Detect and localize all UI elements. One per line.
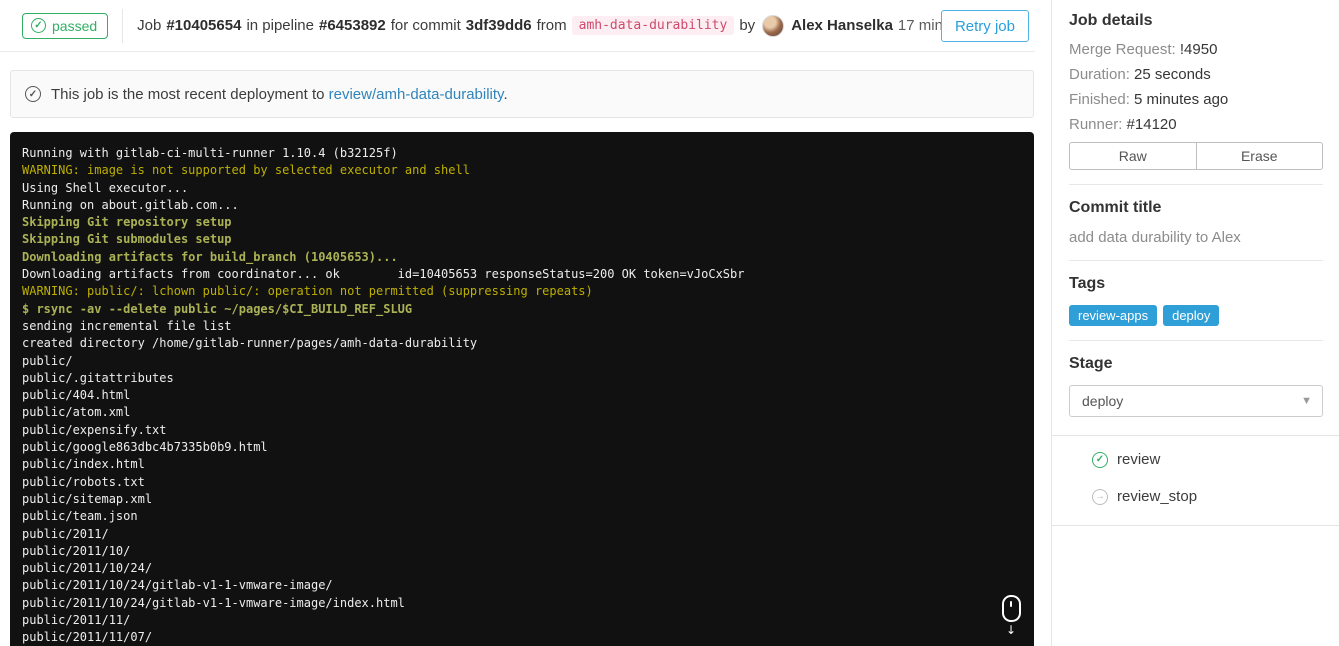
retry-job-button[interactable]: Retry job bbox=[940, 10, 1029, 42]
author-name[interactable]: Alex Hanselka bbox=[791, 17, 893, 34]
trace-line: public/atom.xml bbox=[22, 405, 131, 420]
by-word: by bbox=[739, 17, 756, 34]
detail-value: !4950 bbox=[1179, 41, 1218, 58]
trace-line: public/2011/10/24/gitlab-v1-1-vmware-ima… bbox=[22, 578, 333, 593]
detail-value: 25 seconds bbox=[1134, 66, 1211, 83]
tag-badge[interactable]: deploy bbox=[1163, 305, 1220, 326]
for-commit-word: for commit bbox=[390, 17, 461, 34]
scroll-down-indicator[interactable]: ↓ bbox=[998, 595, 1024, 639]
deployment-check-icon: ✓ bbox=[25, 86, 41, 102]
trace-line: Running with gitlab-ci-multi-runner 1.10… bbox=[22, 146, 398, 160]
detail-label: Duration: bbox=[1069, 66, 1135, 83]
tags-heading: Tags bbox=[1069, 275, 1106, 292]
trace-line: Downloading artifacts from coordinator..… bbox=[22, 267, 745, 282]
job-page: ✓ passed Job #10405654 in pipeline #6453… bbox=[0, 0, 1339, 646]
trace-line: public/team.json bbox=[22, 509, 138, 524]
trace-line: public/2011/10/ bbox=[22, 543, 131, 558]
detail-label: Finished: bbox=[1069, 91, 1135, 108]
commit-title-heading: Commit title bbox=[1069, 199, 1162, 216]
tag-badge[interactable]: review-apps bbox=[1069, 305, 1158, 326]
job-detail-row: Duration: 25 seconds bbox=[1069, 67, 1323, 83]
trace-line: public/404.html bbox=[22, 388, 131, 403]
stage-dropdown[interactable]: deploy ▼ bbox=[1069, 385, 1323, 417]
ref-badge[interactable]: amh-data-durability bbox=[571, 16, 735, 35]
detail-label: Runner: bbox=[1069, 116, 1127, 133]
job-details-list: Merge Request: !4950 Duration: 25 seconds… bbox=[1069, 42, 1323, 133]
deployment-notice-text: This job is the most recent deployment t… bbox=[51, 85, 508, 103]
trace-line: Downloading artifacts for build_branch (… bbox=[22, 249, 398, 264]
trace-line: public/2011/11/07/ bbox=[22, 630, 153, 645]
trace-line: Skipping Git repository setup bbox=[22, 215, 232, 230]
trace-line: public/2011/ bbox=[22, 526, 109, 541]
stage-job-item[interactable]: ✓ review bbox=[1092, 451, 1339, 468]
header-separator bbox=[122, 8, 124, 43]
trace-line: public/index.html bbox=[22, 457, 145, 472]
chevron-down-icon: ▼ bbox=[1301, 395, 1312, 407]
trace-line: Skipping Git submodules setup bbox=[22, 232, 232, 247]
raw-button[interactable]: Raw bbox=[1069, 142, 1197, 170]
job-id: #10405654 bbox=[166, 17, 242, 34]
tags-list: review-apps deploy bbox=[1069, 305, 1323, 326]
status-label: passed bbox=[52, 17, 98, 34]
trace-line: public/sitemap.xml bbox=[22, 491, 153, 506]
detail-value: #14120 bbox=[1126, 116, 1177, 133]
stage-jobs-list: ✓ review → review_stop bbox=[1052, 435, 1339, 526]
job-detail-row: Merge Request: !4950 bbox=[1069, 42, 1323, 58]
job-success-icon: ✓ bbox=[1092, 451, 1108, 468]
trace-line: public/2011/11/ bbox=[22, 613, 131, 628]
sidebar-title: Job details bbox=[1069, 12, 1153, 29]
stage-job-label: review bbox=[1117, 451, 1161, 468]
commit-title: add data durability to Alex bbox=[1069, 229, 1241, 246]
erase-button[interactable]: Erase bbox=[1195, 142, 1323, 170]
build-trace[interactable]: Running with gitlab-ci-multi-runner 1.10… bbox=[10, 132, 1034, 646]
mouse-icon bbox=[1001, 595, 1021, 622]
job-manual-icon: → bbox=[1092, 488, 1108, 505]
commit-sha-link[interactable]: 3df39dd6 bbox=[466, 17, 532, 34]
job-sentence: Job #10405654 in pipeline #6453892 for c… bbox=[137, 14, 1001, 37]
status-check-icon: ✓ bbox=[31, 18, 46, 33]
detail-value: 5 minutes ago bbox=[1134, 91, 1229, 108]
in-pipeline-word: in pipeline bbox=[246, 17, 314, 34]
trace-line: Using Shell executor... bbox=[22, 180, 189, 195]
trace-line: public/2011/10/24/ bbox=[22, 561, 153, 576]
stage-job-item[interactable]: → review_stop bbox=[1092, 488, 1339, 505]
trace-line: $ rsync -av --delete public ~/pages/$CI_… bbox=[22, 301, 413, 316]
trace-line: public/ bbox=[22, 353, 73, 368]
trace-actions: Raw Erase bbox=[1069, 142, 1323, 170]
trace-line: public/expensify.txt bbox=[22, 422, 167, 437]
stage-job-label: review_stop bbox=[1117, 488, 1198, 505]
job-header: ✓ passed Job #10405654 in pipeline #6453… bbox=[0, 0, 1035, 52]
divider bbox=[1069, 260, 1323, 261]
stage-selected-value: deploy bbox=[1082, 393, 1124, 409]
trace-line: created directory /home/gitlab-runner/pa… bbox=[22, 336, 478, 351]
trace-line: public/.gitattributes bbox=[22, 370, 174, 385]
trace-line: sending incremental file list bbox=[22, 318, 232, 333]
job-word: Job bbox=[137, 17, 162, 34]
avatar[interactable] bbox=[762, 14, 785, 37]
trace-line: public/robots.txt bbox=[22, 474, 145, 489]
trace-line: WARNING: public/: lchown public/: operat… bbox=[22, 284, 593, 299]
divider bbox=[1069, 340, 1323, 341]
status-badge[interactable]: ✓ passed bbox=[22, 12, 109, 39]
from-word: from bbox=[536, 17, 567, 34]
detail-label: Merge Request: bbox=[1069, 41, 1180, 58]
trace-line: public/2011/10/24/gitlab-v1-1-vmware-ima… bbox=[22, 595, 405, 610]
job-detail-row: Finished: 5 minutes ago bbox=[1069, 92, 1323, 108]
job-detail-row: Runner: #14120 bbox=[1069, 117, 1323, 133]
trace-line: Running on about.gitlab.com... bbox=[22, 197, 239, 212]
stage-heading: Stage bbox=[1069, 355, 1113, 372]
divider bbox=[1069, 184, 1323, 185]
arrow-down-icon: ↓ bbox=[1005, 623, 1017, 637]
trace-line: public/google863dbc4b7335b0b9.html bbox=[22, 440, 268, 455]
environment-link[interactable]: review/amh-data-durability bbox=[329, 86, 504, 103]
job-sidebar: Job details Merge Request: !4950 Duration… bbox=[1051, 0, 1339, 646]
deployment-notice: ✓ This job is the most recent deployment… bbox=[10, 70, 1034, 118]
trace-line: WARNING: image is not supported by selec… bbox=[22, 163, 470, 178]
pipeline-id-link[interactable]: #6453892 bbox=[319, 17, 386, 34]
